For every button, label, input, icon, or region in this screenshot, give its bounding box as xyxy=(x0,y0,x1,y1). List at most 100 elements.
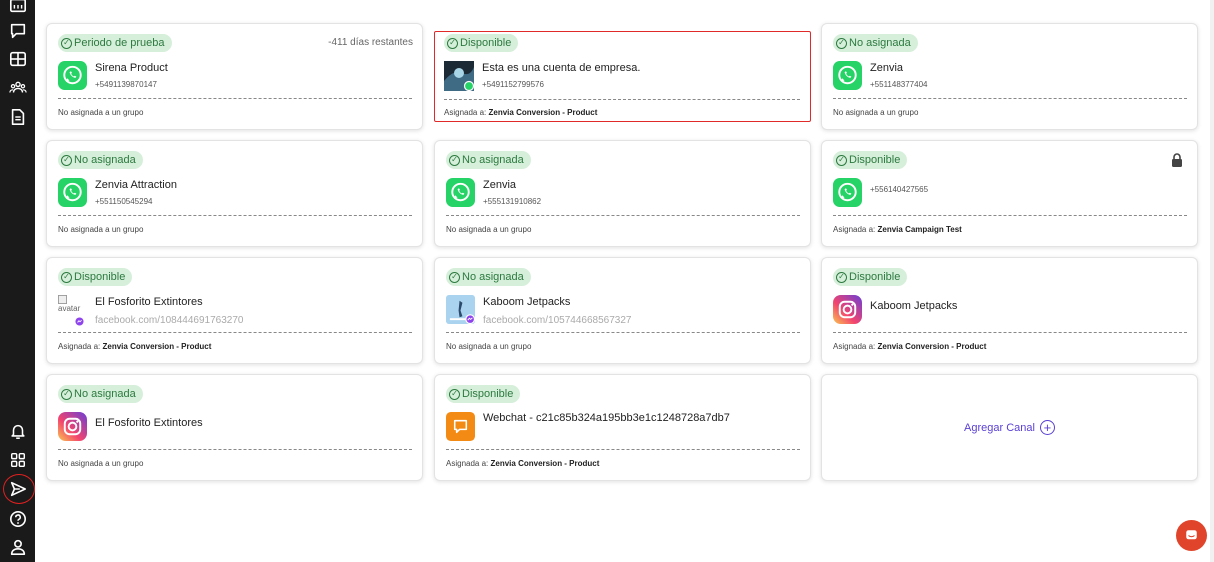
whatsapp-icon xyxy=(833,178,862,207)
channel-name: Zenvia xyxy=(483,179,517,191)
support-chat-button[interactable] xyxy=(1176,520,1207,551)
page-avatar xyxy=(446,295,476,325)
group-assignment: Asignada a: Zenvia Conversion - Product xyxy=(833,342,987,351)
add-channel-card[interactable]: Agregar Canal + xyxy=(821,374,1198,481)
channel-name: El Fosforito Extintores xyxy=(95,417,203,429)
chat-icon[interactable] xyxy=(5,18,31,44)
scrollbar[interactable] xyxy=(1210,0,1214,562)
channel-phone: +551148377404 xyxy=(870,80,928,89)
status-badge: ✓ No asignada xyxy=(58,151,143,169)
status-badge: ✓ No asignada xyxy=(446,151,531,169)
status-badge: ✓ No asignada xyxy=(446,268,531,286)
status-badge: ✓ Disponible xyxy=(833,268,908,286)
chat-bubble-icon xyxy=(1186,530,1197,540)
channel-name: Webchat - c21c85b324a195bb3e1c1248728a7d… xyxy=(483,412,730,424)
bell-icon[interactable] xyxy=(5,418,31,444)
check-circle-icon: ✓ xyxy=(449,154,460,166)
check-circle-icon: ✓ xyxy=(836,37,847,49)
divider xyxy=(446,449,800,450)
check-circle-icon: ✓ xyxy=(449,271,460,283)
divider xyxy=(58,332,412,333)
document-icon[interactable] xyxy=(5,104,31,130)
group-assignment: No asignada a un grupo xyxy=(446,225,532,234)
status-badge: ✓ Disponible xyxy=(58,268,133,286)
group-assignment: Asignada a: Zenvia Conversion - Product xyxy=(444,108,598,117)
status-badge: ✓ No asignada xyxy=(833,34,918,52)
channel-card[interactable]: ✓ No asignada Zenvia +551148377404 No asi… xyxy=(821,23,1198,130)
whatsapp-icon xyxy=(833,61,862,90)
channel-phone: +555131910862 xyxy=(483,197,542,206)
channel-url: facebook.com/108444691763270 xyxy=(95,315,244,326)
group-assignment: Asignada a: Zenvia Conversion - Product xyxy=(58,342,212,351)
whatsapp-icon xyxy=(58,61,87,90)
channel-phone: +5491152799576 xyxy=(482,80,544,89)
channel-name: Kaboom Jetpacks xyxy=(483,296,571,308)
channel-url: facebook.com/105744668567327 xyxy=(483,315,632,326)
instagram-icon xyxy=(833,295,862,324)
channel-name: Esta es una cuenta de empresa. xyxy=(482,62,641,74)
team-icon[interactable] xyxy=(5,75,31,101)
table-icon[interactable] xyxy=(5,46,31,72)
business-avatar xyxy=(444,61,475,92)
check-circle-icon: ✓ xyxy=(836,154,847,166)
add-channel-button[interactable]: Agregar Canal + xyxy=(822,375,1197,480)
check-circle-icon: ✓ xyxy=(61,271,72,283)
divider xyxy=(446,215,800,216)
group-assignment: Asignada a: Zenvia Conversion - Product xyxy=(446,459,600,468)
instagram-icon xyxy=(58,412,87,441)
calendar-icon[interactable] xyxy=(5,0,31,18)
lock-icon xyxy=(1171,153,1183,167)
channel-card[interactable]: ✓ No asignada El Fosforito Extintores No … xyxy=(46,374,423,481)
channel-card[interactable]: ✓ No asignada Kaboom Jetpacks facebook.co… xyxy=(434,257,811,364)
channel-card[interactable]: ✓ Disponible Kaboom Jetpacks Asignada a: … xyxy=(821,257,1198,364)
trial-days-remaining: -411 días restantes xyxy=(328,37,413,48)
plus-circle-icon: + xyxy=(1039,420,1055,435)
divider xyxy=(833,98,1187,99)
channel-name: Zenvia Attraction xyxy=(95,179,177,191)
status-badge: ✓ Disponible xyxy=(833,151,908,169)
group-assignment: No asignada a un grupo xyxy=(58,108,144,117)
apps-icon[interactable] xyxy=(5,447,31,473)
group-assignment: No asignada a un grupo xyxy=(833,108,919,117)
sidebar xyxy=(0,0,35,562)
whatsapp-icon xyxy=(446,178,475,207)
channel-phone: +556140427565 xyxy=(870,185,929,194)
status-badge: ✓ Disponible xyxy=(444,34,519,52)
divider xyxy=(58,449,412,450)
group-assignment: No asignada a un grupo xyxy=(58,225,144,234)
group-assignment: Asignada a: Zenvia Campaign Test xyxy=(833,225,962,234)
channel-card[interactable]: ✓ Disponible +556140427565 Asignada a: Ze… xyxy=(821,140,1198,247)
divider xyxy=(446,332,800,333)
group-assignment: No asignada a un grupo xyxy=(58,459,144,468)
channel-phone: +551150545294 xyxy=(95,197,153,206)
channel-card[interactable]: ✓ Disponible Webchat - c21c85b324a195bb3e… xyxy=(434,374,811,481)
channel-name: Zenvia xyxy=(870,62,904,74)
channel-name: Sirena Product xyxy=(95,62,168,74)
divider xyxy=(58,215,412,216)
channel-card[interactable]: ✓ No asignada Zenvia +555131910862 No asi… xyxy=(434,140,811,247)
check-circle-icon: ✓ xyxy=(836,271,847,283)
check-circle-icon: ✓ xyxy=(61,154,72,166)
channel-phone: +5491139870147 xyxy=(95,80,157,89)
divider xyxy=(833,215,1187,216)
divider xyxy=(58,98,412,99)
help-icon[interactable] xyxy=(5,506,31,532)
check-circle-icon: ✓ xyxy=(449,388,460,400)
check-circle-icon: ✓ xyxy=(61,388,72,400)
channel-name: El Fosforito Extintores xyxy=(95,296,203,308)
channel-card[interactable]: ✓ No asignada Zenvia Attraction +55115054… xyxy=(46,140,423,247)
broken-avatar-image: avatar xyxy=(58,295,87,326)
user-icon[interactable] xyxy=(5,534,31,560)
channel-card[interactable]: ✓ Disponible avatar El Fosforito Extintor… xyxy=(46,257,423,364)
status-badge: ✓ Periodo de prueba xyxy=(58,34,172,52)
channel-card-selected[interactable]: ✓ Disponible Esta es una cuenta de empres… xyxy=(434,31,811,122)
group-assignment: No asignada a un grupo xyxy=(446,342,532,351)
divider xyxy=(833,332,1187,333)
whatsapp-icon xyxy=(58,178,87,207)
channel-card[interactable]: ✓ Periodo de prueba -411 días restantes S… xyxy=(46,23,423,130)
divider xyxy=(444,99,800,100)
channel-name: Kaboom Jetpacks xyxy=(870,300,958,312)
status-badge: ✓ Disponible xyxy=(446,385,521,403)
status-badge: ✓ No asignada xyxy=(58,385,143,403)
send-icon[interactable] xyxy=(5,476,31,502)
